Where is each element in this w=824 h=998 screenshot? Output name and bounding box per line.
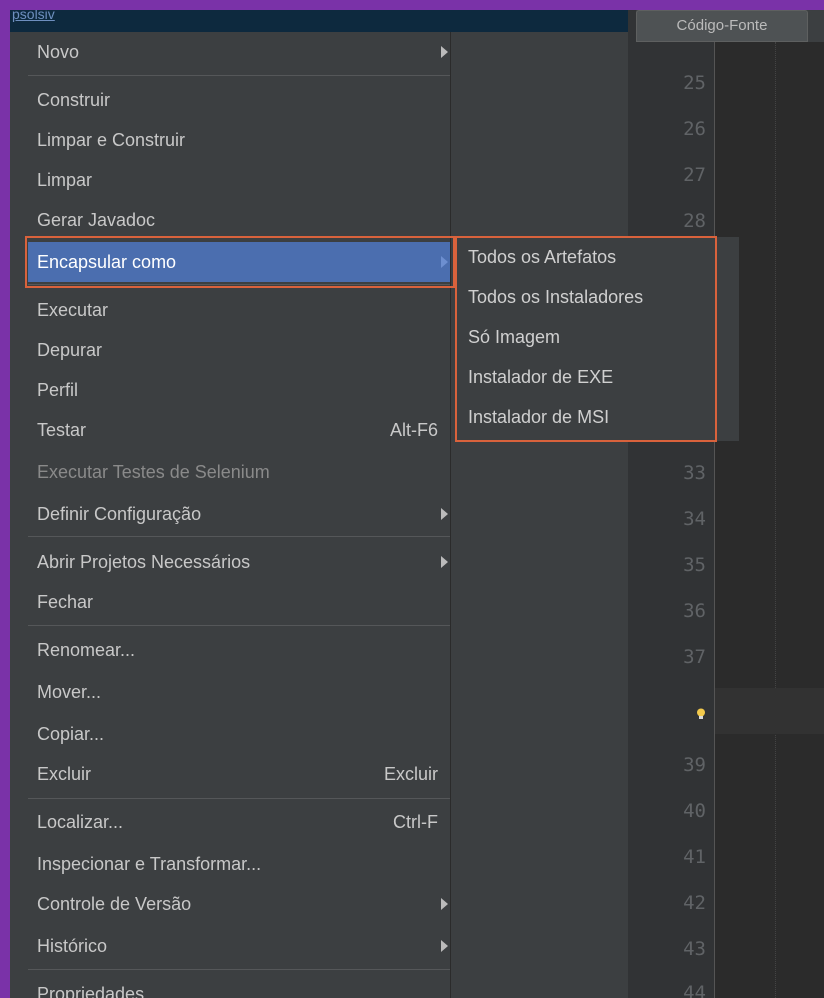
line-number: 35 [683, 554, 706, 576]
editor-tab-bar: Código-Fonte [636, 10, 824, 42]
lightbulb-icon[interactable] [696, 708, 706, 720]
menu-item-propriedades[interactable]: Propriedades [28, 974, 450, 998]
line-number: 41 [683, 846, 706, 868]
annotation-highlight-menu-item [25, 236, 455, 288]
menu-item-abrir-projetos-necessarios[interactable]: Abrir Projetos Necessários [28, 542, 450, 582]
menu-separator [28, 969, 450, 970]
menu-item-historico[interactable]: Histórico [28, 926, 450, 966]
indent-guide [775, 42, 776, 998]
menu-separator [28, 536, 450, 537]
chevron-right-icon [441, 556, 448, 568]
menu-item-depurar[interactable]: Depurar [28, 330, 450, 370]
menu-item-fechar[interactable]: Fechar [28, 582, 450, 622]
chevron-right-icon [441, 940, 448, 952]
project-title-bar: psolsiv [10, 10, 630, 32]
menu-item-copiar[interactable]: Copiar... [28, 714, 450, 754]
line-number: 28 [683, 210, 706, 232]
line-number: 42 [683, 892, 706, 914]
tab-codigo-fonte[interactable]: Código-Fonte [636, 10, 808, 42]
ide-window: psolsiv Código-Fonte 25 26 27 28 33 34 3… [10, 10, 824, 998]
project-panel-background [450, 32, 636, 998]
line-number: 33 [683, 462, 706, 484]
line-number: 39 [683, 754, 706, 776]
chevron-right-icon [441, 508, 448, 520]
line-number: 25 [683, 72, 706, 94]
menu-item-controle-de-versao[interactable]: Controle de Versão [28, 884, 450, 924]
menu-item-construir[interactable]: Construir [28, 80, 450, 120]
menu-item-gerar-javadoc[interactable]: Gerar Javadoc [28, 200, 450, 240]
line-number: 44 [683, 982, 706, 998]
shortcut-label: Excluir [383, 764, 438, 784]
code-area[interactable] [715, 42, 824, 998]
shortcut-label: Ctrl-F [393, 812, 438, 832]
menu-item-definir-configuracao[interactable]: Definir Configuração [28, 494, 450, 534]
menu-item-excluir[interactable]: Excluir Excluir [28, 754, 450, 794]
menu-item-novo[interactable]: Novo [28, 32, 450, 72]
panel-splitter[interactable] [628, 10, 636, 998]
shortcut-label: Alt-F6 [389, 420, 438, 440]
menu-item-executar-testes-selenium: Executar Testes de Selenium [37, 462, 270, 482]
current-line-highlight [715, 688, 824, 734]
line-number: 34 [683, 508, 706, 530]
line-number: 26 [683, 118, 706, 140]
menu-item-renomear[interactable]: Renomear... [28, 630, 450, 670]
menu-separator [28, 625, 450, 626]
chevron-right-icon [441, 46, 448, 58]
line-number: 36 [683, 600, 706, 622]
annotation-highlight-submenu [455, 236, 717, 442]
menu-separator [28, 75, 450, 76]
line-number: 40 [683, 800, 706, 822]
menu-item-executar[interactable]: Executar [28, 290, 450, 330]
menu-item-mover[interactable]: Mover... [28, 672, 450, 712]
menu-item-limpar-e-construir[interactable]: Limpar e Construir [28, 120, 450, 160]
menu-item-limpar[interactable]: Limpar [28, 160, 450, 200]
context-menu: Novo Construir Limpar e Construir Limpar… [28, 32, 451, 998]
chevron-right-icon [441, 898, 448, 910]
line-number: 43 [683, 938, 706, 960]
menu-item-testar[interactable]: Testar Alt-F6 [28, 410, 450, 450]
menu-separator [28, 798, 450, 799]
menu-item-inspecionar-e-transformar[interactable]: Inspecionar e Transformar... [28, 844, 450, 884]
menu-item-perfil[interactable]: Perfil [28, 370, 450, 410]
menu-item-localizar[interactable]: Localizar... Ctrl-F [28, 802, 450, 842]
line-number: 27 [683, 164, 706, 186]
project-tree-strip [10, 32, 28, 998]
project-name[interactable]: psolsiv [12, 10, 55, 22]
line-number: 37 [683, 646, 706, 668]
